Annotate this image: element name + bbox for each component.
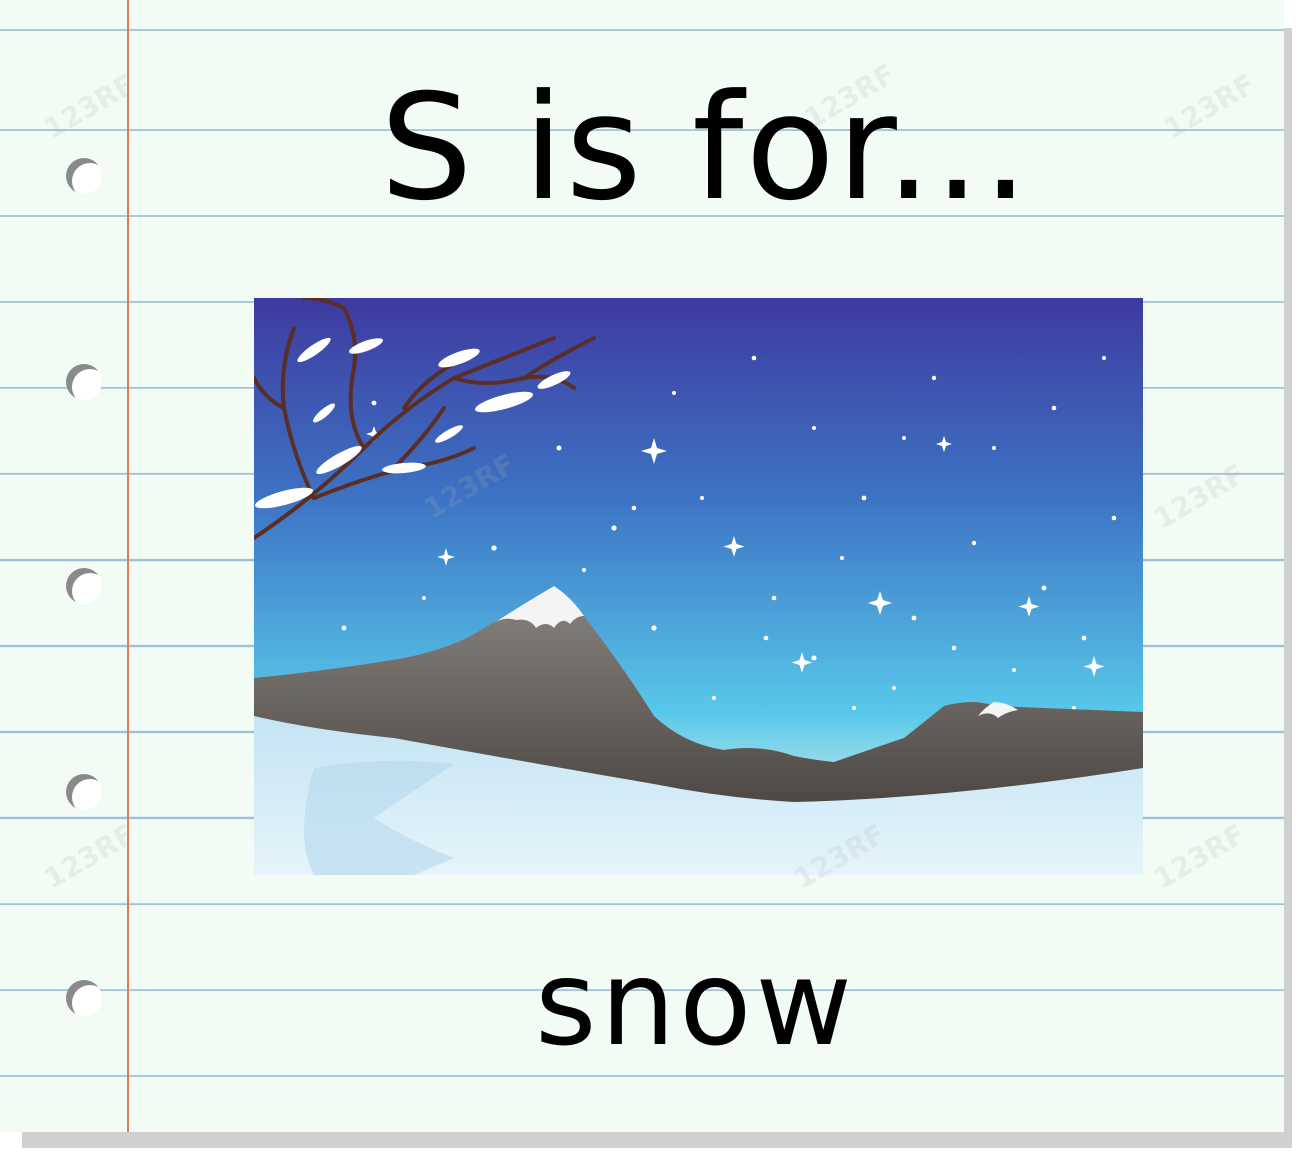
- binder-hole-3: [66, 568, 102, 604]
- flashcard-stage: S is for... snow 123RF 123RF 123RF 123RF…: [0, 0, 1300, 1161]
- margin-line: [127, 0, 129, 1132]
- binder-hole-1: [66, 158, 102, 194]
- binder-hole-2: [66, 364, 102, 400]
- snow-landscape-illustration: [254, 298, 1143, 875]
- watermark: 123RF: [38, 67, 141, 146]
- flashcard-word: snow: [535, 934, 856, 1072]
- flashcard-heading: S is for...: [380, 63, 1031, 233]
- binder-hole-4: [66, 774, 102, 810]
- binder-hole-5: [66, 980, 102, 1016]
- watermark: 123RF: [38, 817, 141, 896]
- watermark: 123RF: [1158, 67, 1261, 146]
- watermark: 123RF: [1148, 457, 1251, 536]
- flashcard: S is for... snow 123RF 123RF 123RF 123RF…: [0, 0, 1284, 1132]
- watermark: 123RF: [1148, 817, 1251, 896]
